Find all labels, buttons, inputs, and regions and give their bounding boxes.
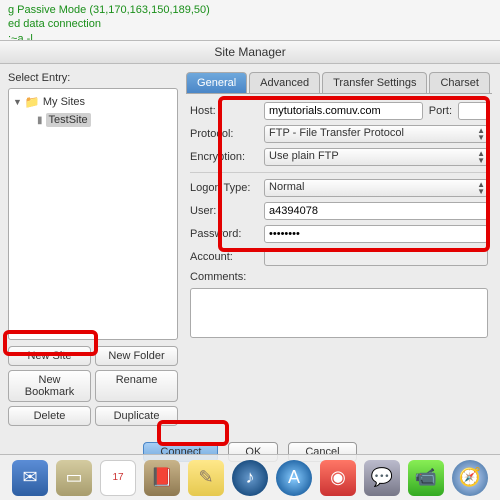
folder-icon: 📁 bbox=[25, 95, 40, 109]
tree-root[interactable]: ▼ 📁 My Sites bbox=[13, 93, 173, 111]
user-label: User: bbox=[190, 205, 258, 217]
password-label: Password: bbox=[190, 228, 258, 240]
encryption-value: Use plain FTP bbox=[269, 150, 339, 162]
tab-charset[interactable]: Charset bbox=[429, 72, 490, 93]
tab-general[interactable]: General bbox=[186, 72, 247, 93]
user-input[interactable] bbox=[264, 202, 488, 220]
protocol-label: Protocol: bbox=[190, 128, 258, 140]
new-site-button[interactable]: New Site bbox=[8, 346, 91, 366]
dock-icon-notes[interactable]: ✎ bbox=[188, 460, 224, 496]
dock-icon-mail[interactable]: ✉ bbox=[12, 460, 48, 496]
chevron-updown-icon: ▲▼ bbox=[477, 181, 485, 195]
protocol-value: FTP - File Transfer Protocol bbox=[269, 127, 404, 139]
encryption-select[interactable]: Use plain FTP ▲▼ bbox=[264, 148, 488, 166]
rename-button[interactable]: Rename bbox=[95, 370, 178, 402]
chevron-down-icon[interactable]: ▼ bbox=[13, 97, 22, 107]
logon-select[interactable]: Normal ▲▼ bbox=[264, 179, 488, 197]
port-input[interactable] bbox=[458, 102, 488, 120]
dialog-title: Site Manager bbox=[0, 41, 500, 64]
protocol-select[interactable]: FTP - File Transfer Protocol ▲▼ bbox=[264, 125, 488, 143]
new-bookmark-button[interactable]: New Bookmark bbox=[8, 370, 91, 402]
dock-icon-appstore[interactable]: A bbox=[276, 460, 312, 496]
dock-icon-safari[interactable]: 🧭 bbox=[452, 460, 488, 496]
chevron-updown-icon: ▲▼ bbox=[477, 127, 485, 141]
site-manager-dialog: Site Manager Select Entry: ▼ 📁 My Sites … bbox=[0, 40, 500, 470]
dock-icon-photobooth[interactable]: ◉ bbox=[320, 460, 356, 496]
tab-bar: General Advanced Transfer Settings Chars… bbox=[186, 72, 492, 94]
tree-item-label: TestSite bbox=[46, 113, 91, 127]
tab-advanced[interactable]: Advanced bbox=[249, 72, 320, 93]
dock-icon-messages[interactable]: 💬 bbox=[364, 460, 400, 496]
macos-dock: ✉ ▭ 17 📕 ✎ ♪ A ◉ 💬 📹 🧭 bbox=[0, 454, 500, 500]
dock-icon-facetime[interactable]: 📹 bbox=[408, 460, 444, 496]
port-label: Port: bbox=[429, 105, 452, 117]
logon-value: Normal bbox=[269, 181, 304, 193]
chevron-updown-icon: ▲▼ bbox=[477, 150, 485, 164]
host-input[interactable] bbox=[264, 102, 423, 120]
password-input[interactable] bbox=[264, 225, 488, 243]
logon-label: Logon Type: bbox=[190, 182, 258, 194]
duplicate-button[interactable]: Duplicate bbox=[95, 406, 178, 426]
new-folder-button[interactable]: New Folder bbox=[95, 346, 178, 366]
account-input[interactable] bbox=[264, 248, 488, 266]
account-label: Account: bbox=[190, 251, 258, 263]
tab-transfer[interactable]: Transfer Settings bbox=[322, 72, 427, 93]
comments-textarea[interactable] bbox=[190, 288, 488, 338]
host-label: Host: bbox=[190, 105, 258, 117]
dock-icon-itunes[interactable]: ♪ bbox=[232, 460, 268, 496]
tree-root-label: My Sites bbox=[43, 96, 85, 108]
dock-icon-contacts[interactable]: 📕 bbox=[144, 460, 180, 496]
comments-label: Comments: bbox=[190, 271, 258, 283]
site-tree[interactable]: ▼ 📁 My Sites ▮ TestSite bbox=[8, 88, 178, 340]
dock-icon-files[interactable]: ▭ bbox=[56, 460, 92, 496]
server-icon: ▮ bbox=[37, 115, 43, 126]
encryption-label: Encryption: bbox=[190, 151, 258, 163]
dock-icon-ical[interactable]: 17 bbox=[100, 460, 136, 496]
select-entry-label: Select Entry: bbox=[8, 72, 178, 84]
tree-item[interactable]: ▮ TestSite bbox=[13, 111, 173, 129]
delete-button[interactable]: Delete bbox=[8, 406, 91, 426]
